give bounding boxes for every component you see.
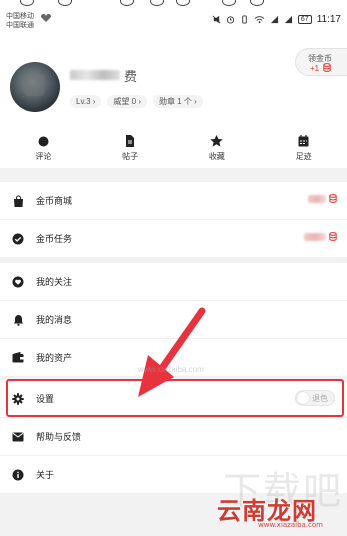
mute-icon	[212, 15, 221, 24]
signal-icon	[270, 15, 279, 24]
menu-item-coin-mall[interactable]: 金币商城	[0, 182, 347, 219]
coin-mall-value	[308, 194, 337, 203]
prestige-chip[interactable]: 威望 0 ›	[107, 95, 147, 108]
quick-posts[interactable]: 帖子	[87, 128, 174, 168]
battery-indicator: 67	[297, 15, 312, 24]
medal-chip[interactable]: 勋章 1 个 ›	[152, 95, 203, 108]
star-icon	[210, 135, 224, 147]
gear-icon	[12, 392, 24, 405]
coin-stack-icon	[329, 232, 337, 241]
claim-coins-button[interactable]: 领金币 +1 ›	[295, 48, 347, 76]
battery-level: 67	[300, 16, 309, 23]
calendar-icon	[298, 135, 309, 147]
fade-toggle[interactable]: 退色	[295, 390, 335, 406]
blurred-value	[308, 194, 326, 203]
vibrate-icon	[242, 15, 247, 24]
menu-item-label: 金币任务	[36, 234, 73, 244]
bag-icon	[13, 195, 23, 207]
coin-tasks-value	[304, 232, 337, 241]
cropped-icon	[120, 0, 134, 6]
quick-favorites[interactable]: 收藏	[174, 128, 261, 168]
status-icons: 67 11:17	[212, 14, 341, 25]
carrier-1: 中国移动	[6, 13, 34, 20]
profile-header[interactable]: 费 Lv.3 › 威望 0 › 勋章 1 个 › 领金币 +1 ›	[0, 32, 347, 128]
quick-history-label: 足迹	[295, 152, 312, 161]
status-bar: 中国移动 中国联通 67 11:17	[0, 0, 347, 32]
bell-icon	[13, 314, 23, 326]
cropped-icon	[150, 0, 164, 6]
blurred-value	[304, 232, 326, 241]
quick-favorites-label: 收藏	[208, 152, 225, 161]
alarm-icon	[226, 16, 235, 24]
info-icon	[12, 469, 24, 480]
username[interactable]: 费	[70, 68, 138, 84]
username-tail: 费	[124, 68, 138, 84]
toggle-label: 退色	[312, 394, 328, 403]
settings-toggle-wrap: 退色	[295, 390, 335, 406]
carrier-info: 中国移动 中国联通	[6, 12, 34, 30]
coin-stack-icon	[329, 194, 337, 203]
top-cropped-toolbar	[0, 0, 347, 8]
username-blurred	[70, 70, 120, 80]
menu-item-label: 设置	[36, 394, 55, 404]
menu-item-messages[interactable]: 我的消息	[0, 301, 347, 338]
menu-item-label: 金币商城	[36, 196, 73, 206]
wifi-icon	[254, 16, 265, 24]
menu-group-coins: 金币商城 金币任务	[0, 182, 347, 257]
menu-item-label: 我的消息	[36, 315, 73, 325]
cropped-icon	[250, 0, 264, 6]
cropped-icon	[20, 0, 34, 6]
toggle-knob	[297, 392, 309, 404]
quick-actions: 评论 帖子 收藏 足迹	[0, 128, 347, 168]
quick-history[interactable]: 足迹	[260, 128, 347, 168]
menu-item-following[interactable]: 我的关注	[0, 263, 347, 300]
faint-watermark-url: www.xiazaiba.com	[138, 365, 204, 374]
menu-item-label: 我的关注	[36, 277, 73, 287]
watermark-url: www.xiazaiba.com	[258, 521, 323, 529]
carrier-2: 中国联通	[6, 22, 34, 29]
menu-item-settings[interactable]: 设置 退色	[0, 380, 347, 417]
check-circle-icon	[12, 233, 24, 244]
signal-heart-icon	[40, 14, 52, 22]
cropped-icon	[222, 0, 236, 6]
quick-posts-label: 帖子	[122, 152, 139, 161]
menu-item-label: 我的资产	[36, 353, 73, 363]
coin-stack-icon	[323, 63, 331, 72]
menu-group-personal: 我的关注 我的消息 我的资产	[0, 263, 347, 376]
avatar[interactable]	[10, 62, 60, 112]
cropped-icon	[176, 0, 190, 6]
quick-comments-label: 评论	[35, 152, 52, 161]
signal-icon-2	[284, 15, 293, 24]
clock: 11:17	[316, 14, 341, 25]
level-chip[interactable]: Lv.3 ›	[70, 95, 102, 108]
menu-item-label: 关于	[36, 470, 55, 480]
menu-item-label: 帮助与反馈	[36, 432, 82, 442]
heart-icon	[12, 276, 24, 287]
menu-item-coin-tasks[interactable]: 金币任务	[0, 220, 347, 257]
quick-comments[interactable]: 评论	[0, 128, 87, 168]
post-icon	[126, 135, 135, 147]
coin-reward: +1	[310, 64, 320, 73]
cropped-icon	[58, 0, 72, 6]
mail-icon	[12, 432, 24, 441]
menu-item-help-feedback[interactable]: 帮助与反馈	[0, 418, 347, 455]
comment-icon	[38, 136, 49, 146]
profile-chips: Lv.3 › 威望 0 › 勋章 1 个 ›	[70, 95, 203, 108]
wallet-icon	[12, 352, 24, 363]
